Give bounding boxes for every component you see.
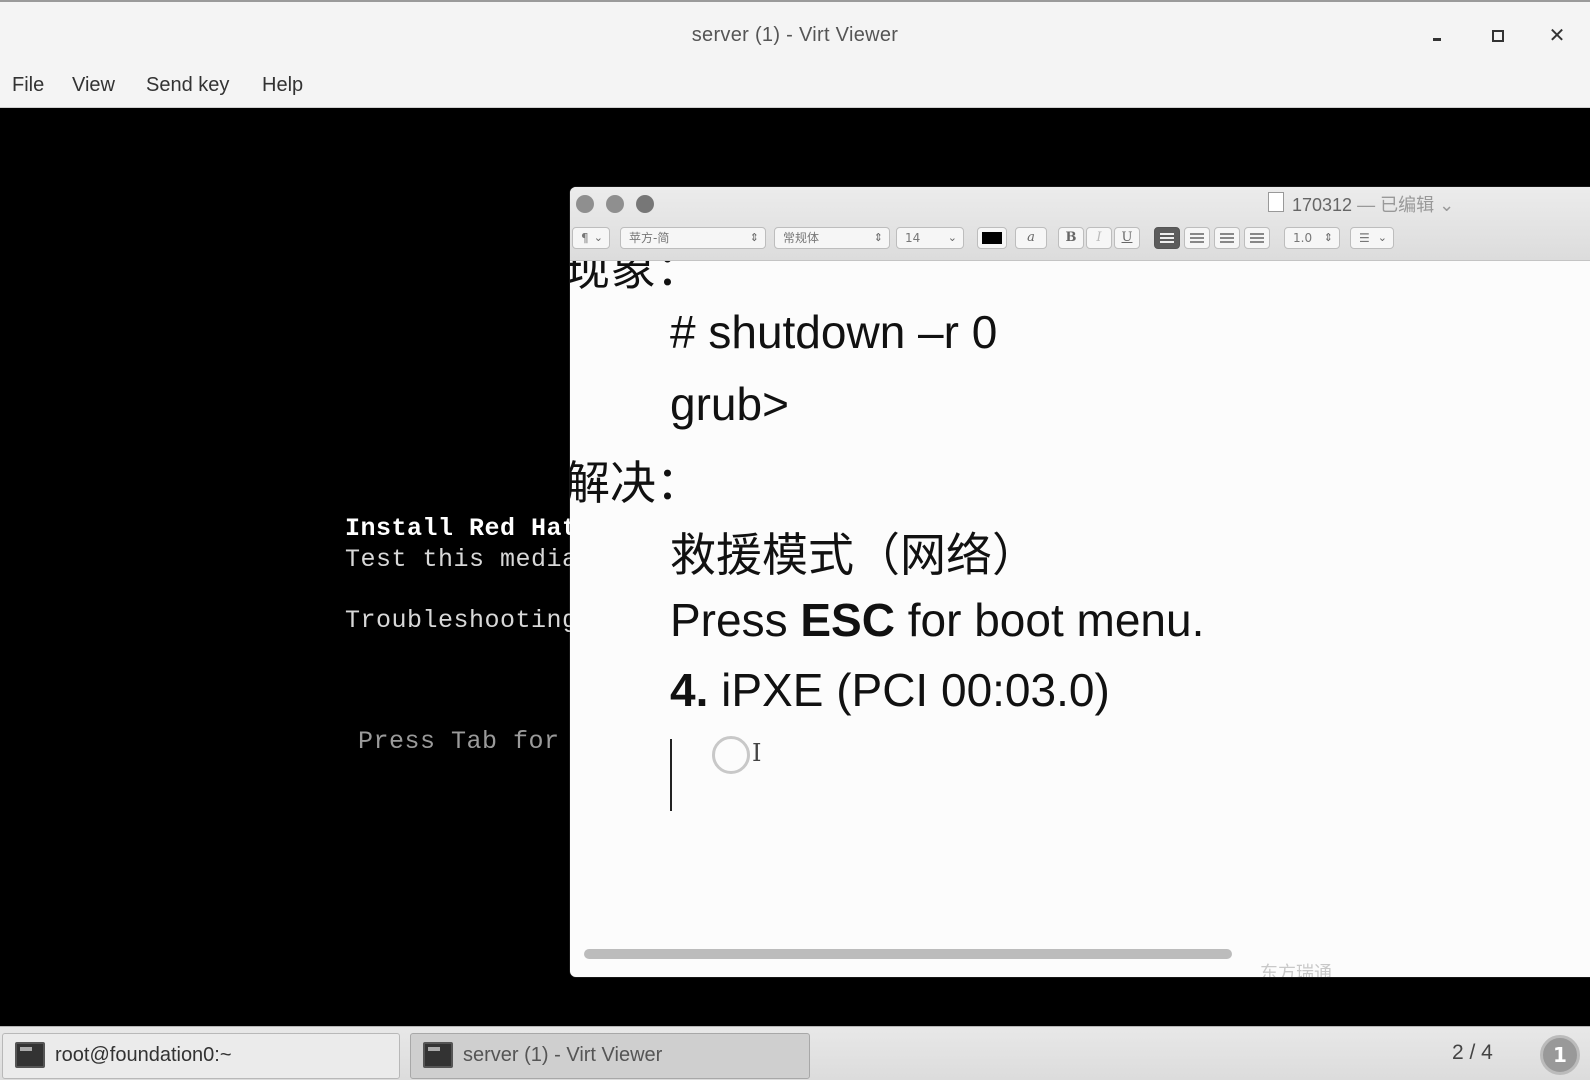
bold-button[interactable]: B bbox=[1058, 227, 1084, 249]
line-spacing-value: 1.0 bbox=[1293, 231, 1313, 245]
terminal-icon bbox=[15, 1042, 45, 1068]
menu-help[interactable]: Help bbox=[262, 74, 303, 97]
menu-bar: File View Send key Help bbox=[0, 66, 1590, 108]
chevron-down-icon: ⌄ bbox=[593, 231, 603, 244]
list-style-select[interactable]: ☰ ⌄ bbox=[1350, 227, 1394, 249]
font-family-select[interactable]: 苹方-简 ⇕ bbox=[620, 227, 766, 249]
document-title[interactable]: 170312 — 已编辑 ⌄ bbox=[1292, 191, 1454, 217]
font-style-value: 常规体 bbox=[783, 231, 820, 245]
menu-send-key[interactable]: Send key bbox=[146, 74, 229, 97]
align-center-icon bbox=[1190, 233, 1204, 243]
editor-toolbar: 170312 — 已编辑 ⌄ ¶ ⌄ 苹方-简 ⇕ 常规体 ⇕ 14 ⌄ a B… bbox=[570, 187, 1590, 261]
list-icon: ☰ bbox=[1359, 231, 1370, 245]
align-left-button[interactable] bbox=[1154, 227, 1180, 249]
line-rescue-mode: 救援模式（网络） bbox=[670, 529, 1038, 581]
justify-button[interactable] bbox=[1244, 227, 1270, 249]
watermark: 东方瑞通 bbox=[1260, 963, 1332, 977]
menu-file[interactable]: File bbox=[12, 74, 44, 97]
window-titlebar: server (1) - Virt Viewer ✕ bbox=[0, 0, 1590, 66]
task-label-virt-viewer: server (1) - Virt Viewer bbox=[463, 1044, 663, 1066]
line-ipxe: 4. iPXE (PCI 00:03.0) bbox=[670, 663, 1110, 717]
document-body[interactable]: 现象： # shutdown –r 0 grub> 解决： 救援模式（网络） P… bbox=[570, 261, 1590, 977]
maximize-icon[interactable] bbox=[1484, 22, 1510, 48]
minimize-icon[interactable] bbox=[1424, 22, 1450, 48]
taskbar: root@foundation0:~ server (1) - Virt Vie… bbox=[0, 1026, 1590, 1080]
close-window-icon[interactable] bbox=[576, 195, 594, 213]
highlight-icon[interactable]: a bbox=[1015, 227, 1047, 249]
chevron-down-icon: ⌄ bbox=[1377, 231, 1387, 244]
ibeam-cursor-icon: I bbox=[752, 739, 762, 767]
editor-window: 170312 — 已编辑 ⌄ ¶ ⌄ 苹方-简 ⇕ 常规体 ⇕ 14 ⌄ a B… bbox=[570, 187, 1590, 977]
boot-option-test: Test this media bbox=[345, 545, 578, 574]
paragraph-style-select[interactable]: ¶ ⌄ bbox=[572, 227, 610, 249]
press-esc-suffix: for boot menu. bbox=[894, 594, 1205, 646]
stepper-icon: ⇕ bbox=[749, 231, 759, 244]
notification-badge-icon[interactable]: 1 bbox=[1540, 1035, 1580, 1075]
stepper-icon: ⇕ bbox=[1323, 231, 1333, 244]
line-press-esc: Press ESC for boot menu. bbox=[670, 593, 1204, 647]
horizontal-scrollbar[interactable] bbox=[584, 949, 1232, 959]
line-shutdown-command: # shutdown –r 0 bbox=[670, 306, 998, 358]
italic-button[interactable]: I bbox=[1086, 227, 1112, 249]
task-label-terminal: root@foundation0:~ bbox=[55, 1044, 232, 1066]
click-indicator bbox=[712, 736, 750, 774]
line-grub-prompt: grub> bbox=[670, 378, 789, 430]
justify-icon bbox=[1250, 233, 1264, 243]
boot-hint: Press Tab for bbox=[358, 727, 560, 756]
chevron-down-icon: ⌄ bbox=[1439, 195, 1455, 215]
align-right-icon bbox=[1220, 233, 1234, 243]
press-esc-prefix: Press bbox=[670, 594, 801, 646]
workspace-indicator[interactable]: 2 / 4 bbox=[1452, 1041, 1493, 1065]
boot-option-install: Install Red Hat bbox=[345, 514, 578, 543]
heading-solution: 解决： bbox=[570, 457, 702, 509]
ipxe-number: 4. bbox=[670, 664, 709, 716]
stepper-icon: ⇕ bbox=[873, 231, 883, 244]
align-right-button[interactable] bbox=[1214, 227, 1240, 249]
font-style-select[interactable]: 常规体 ⇕ bbox=[774, 227, 890, 249]
underline-button[interactable]: U bbox=[1114, 227, 1140, 249]
zoom-window-icon[interactable] bbox=[636, 195, 654, 213]
text-caret bbox=[670, 739, 672, 811]
document-status: — 已编辑 bbox=[1357, 195, 1435, 215]
paragraph-icon: ¶ bbox=[581, 231, 589, 245]
heading-symptom: 现象： bbox=[570, 261, 702, 295]
monitor-icon bbox=[423, 1042, 453, 1068]
ipxe-text: iPXE (PCI 00:03.0) bbox=[708, 664, 1110, 716]
press-esc-key: ESC bbox=[800, 594, 895, 646]
minimize-window-icon[interactable] bbox=[606, 195, 624, 213]
align-left-icon bbox=[1160, 233, 1174, 243]
font-family-value: 苹方-简 bbox=[629, 231, 670, 245]
menu-view[interactable]: View bbox=[72, 74, 115, 97]
window-title: server (1) - Virt Viewer bbox=[691, 24, 899, 46]
text-color-well[interactable] bbox=[977, 227, 1007, 249]
boot-option-troubleshooting: Troubleshooting bbox=[345, 606, 578, 635]
task-virt-viewer[interactable]: server (1) - Virt Viewer bbox=[410, 1033, 810, 1079]
font-size-select[interactable]: 14 ⌄ bbox=[896, 227, 964, 249]
document-name: 170312 bbox=[1292, 195, 1353, 215]
task-terminal[interactable]: root@foundation0:~ bbox=[2, 1033, 400, 1079]
chevron-down-icon: ⌄ bbox=[947, 231, 957, 244]
document-icon bbox=[1268, 192, 1284, 212]
font-size-value: 14 bbox=[905, 231, 921, 245]
line-spacing-select[interactable]: 1.0 ⇕ bbox=[1284, 227, 1340, 249]
close-icon[interactable]: ✕ bbox=[1544, 22, 1570, 48]
align-center-button[interactable] bbox=[1184, 227, 1210, 249]
